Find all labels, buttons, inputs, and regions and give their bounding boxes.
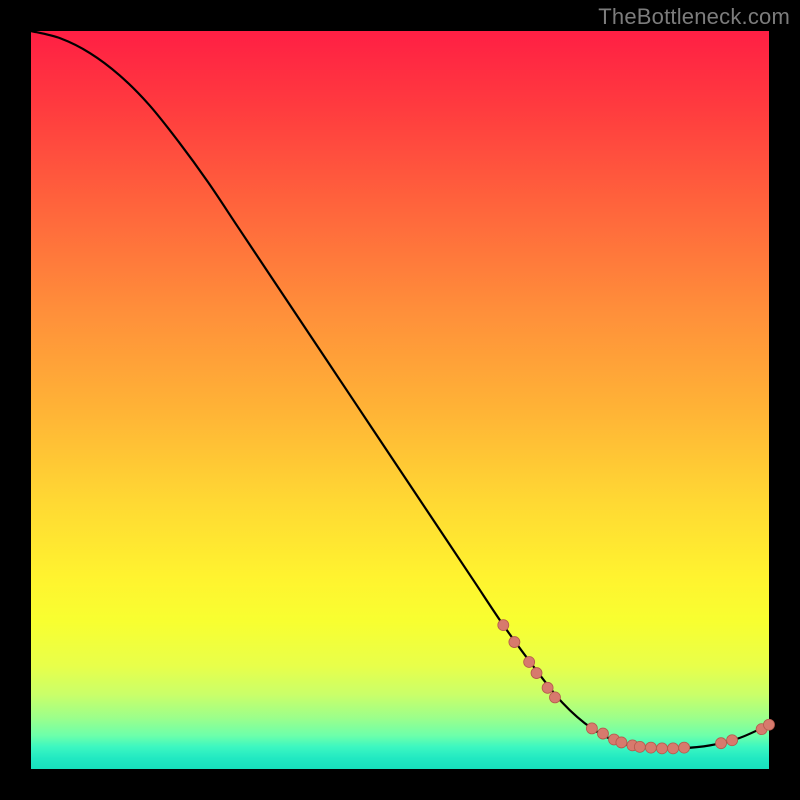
curve-marker bbox=[498, 620, 509, 631]
bottleneck-curve bbox=[31, 31, 769, 749]
curve-marker bbox=[656, 743, 667, 754]
curve-marker bbox=[727, 735, 738, 746]
curve-marker bbox=[509, 637, 520, 648]
plot-area bbox=[31, 31, 769, 769]
curve-marker bbox=[634, 741, 645, 752]
curve-marker bbox=[616, 737, 627, 748]
curve-marker bbox=[645, 742, 656, 753]
watermark-text: TheBottleneck.com bbox=[598, 4, 790, 30]
curve-marker bbox=[524, 656, 535, 667]
curve-marker bbox=[597, 728, 608, 739]
curve-marker bbox=[764, 719, 775, 730]
curve-marker bbox=[542, 682, 553, 693]
chart-frame: TheBottleneck.com bbox=[0, 0, 800, 800]
curve-markers bbox=[498, 620, 775, 754]
curve-marker bbox=[549, 692, 560, 703]
curve-marker bbox=[586, 723, 597, 734]
curve-marker bbox=[716, 738, 727, 749]
curve-marker bbox=[679, 742, 690, 753]
curve-marker bbox=[531, 668, 542, 679]
curve-marker bbox=[668, 743, 679, 754]
curve-svg bbox=[31, 31, 769, 769]
